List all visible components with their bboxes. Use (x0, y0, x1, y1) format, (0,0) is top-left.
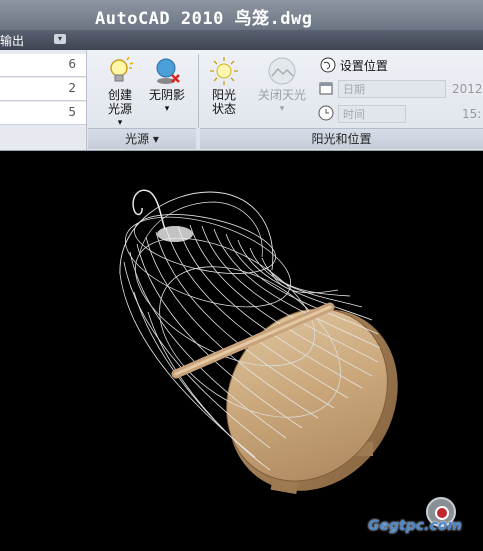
left-row[interactable]: 2 (0, 78, 86, 101)
tab-dropdown-button[interactable]: ▾ (54, 34, 66, 44)
ribbon-panel: 6 2 5 创建 光源 ▾ 无阴影 ▾ 光源 ▾ 阳光 状态 关闭天光 ▾ 设置… (0, 50, 483, 151)
sun-status-button[interactable]: 阳光 状态 (200, 54, 248, 126)
left-panel: 6 2 5 (0, 50, 87, 150)
bird-cage-model (119, 189, 398, 495)
left-row-value: 6 (68, 57, 76, 71)
left-row[interactable]: 5 (0, 102, 86, 125)
set-location-button[interactable]: 设置位置 (320, 57, 388, 77)
sky-icon (267, 56, 297, 86)
clock-icon (318, 105, 334, 121)
sun-status-label-1: 阳光 (211, 88, 236, 102)
sun-location-group-label[interactable]: 阳光和位置 (200, 128, 483, 149)
time-row (318, 105, 334, 125)
sun-status-label-2: 状态 (211, 102, 236, 116)
left-row[interactable]: 6 (0, 54, 86, 77)
sun-icon (209, 56, 239, 86)
group-divider (198, 54, 199, 128)
calendar-icon (319, 82, 333, 95)
globe-icon (320, 57, 336, 73)
watermark-text: Gegtpc.com (368, 518, 462, 534)
tab-output[interactable]: 输出 (0, 32, 24, 49)
light-bulb-icon (105, 56, 135, 86)
no-shadow-button[interactable]: 无阴影 ▾ (143, 54, 191, 126)
lights-group-label[interactable]: 光源 ▾ (88, 128, 196, 149)
drawing-canvas[interactable] (0, 152, 483, 551)
time-field[interactable]: 时间 (338, 105, 406, 123)
no-shadow-icon (152, 56, 182, 86)
window-title: AutoCAD 2010 鸟笼.dwg (95, 9, 313, 29)
title-bar: AutoCAD 2010 鸟笼.dwg (0, 0, 483, 30)
date-row (318, 80, 334, 100)
create-light-label-1: 创建 (107, 88, 132, 102)
ribbon-tab-bar: 输出 ▾ (0, 30, 483, 50)
left-row-value: 2 (68, 81, 76, 95)
create-light-label-2: 光源 (107, 102, 132, 116)
chevron-down-icon: ▾ (164, 104, 170, 114)
chevron-down-icon: ▾ (279, 104, 285, 114)
time-value: 15: (462, 107, 482, 121)
create-light-button[interactable]: 创建 光源 ▾ (96, 54, 144, 128)
date-value: 2012- (452, 82, 483, 96)
sky-off-button[interactable]: 关闭天光 ▾ (252, 54, 312, 126)
set-location-label: 设置位置 (339, 59, 388, 73)
date-field[interactable]: 日期 (338, 80, 446, 98)
sky-off-label: 关闭天光 (257, 88, 306, 102)
left-row-value: 5 (68, 105, 76, 119)
no-shadow-label: 无阴影 (148, 88, 185, 102)
